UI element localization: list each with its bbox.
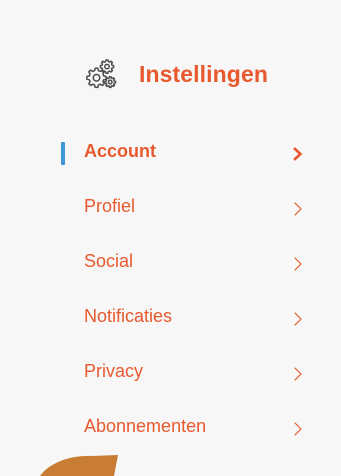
- chevron-right-icon: [294, 202, 302, 216]
- menu-item-label: Account: [84, 141, 156, 161]
- settings-header: Instellingen: [80, 57, 268, 91]
- settings-menu: Account Profiel Social Notificaties Priv…: [0, 127, 341, 457]
- chevron-right-icon: [294, 257, 302, 271]
- page-title: Instellingen: [139, 60, 268, 87]
- chevron-right-icon: [294, 312, 302, 326]
- decorative-arrow-stroke: [40, 455, 118, 476]
- menu-item-label: Social: [84, 251, 134, 271]
- chevron-right-icon: [294, 367, 302, 381]
- menu-item-label: Notificaties: [84, 306, 173, 326]
- menu-item-notificaties[interactable]: Notificaties: [0, 292, 341, 347]
- menu-item-account[interactable]: Account: [0, 127, 341, 182]
- menu-item-label: Abonnementen: [84, 416, 207, 436]
- menu-item-profiel[interactable]: Profiel: [0, 182, 341, 237]
- active-indicator: [61, 142, 65, 165]
- chevron-right-icon: [293, 147, 303, 161]
- menu-item-label: Profiel: [84, 196, 136, 216]
- menu-item-social[interactable]: Social: [0, 237, 341, 292]
- chevron-right-icon: [294, 422, 302, 436]
- menu-item-label: Privacy: [84, 361, 144, 381]
- menu-item-privacy[interactable]: Privacy: [0, 347, 341, 402]
- gears-icon: [86, 59, 117, 89]
